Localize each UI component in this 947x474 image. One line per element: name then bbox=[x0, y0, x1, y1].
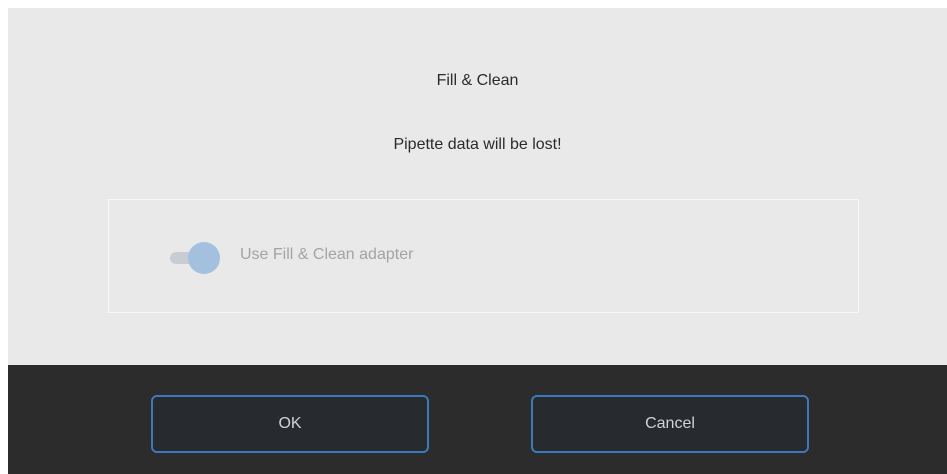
dialog-footer: OK Cancel bbox=[8, 365, 947, 474]
toggle-knob bbox=[188, 242, 220, 274]
adapter-toggle[interactable] bbox=[170, 240, 220, 274]
warning-message: Pipette data will be lost! bbox=[393, 136, 562, 153]
dialog-content: Fill & Clean Pipette data will be lost! … bbox=[8, 8, 947, 365]
adapter-option-label: Use Fill & Clean adapter bbox=[240, 246, 414, 263]
ok-button[interactable]: OK bbox=[151, 395, 429, 453]
fill-clean-dialog: Fill & Clean Pipette data will be lost! … bbox=[8, 8, 947, 474]
adapter-option-panel: Use Fill & Clean adapter bbox=[108, 199, 859, 313]
cancel-button[interactable]: Cancel bbox=[531, 395, 809, 453]
dialog-title: Fill & Clean bbox=[436, 72, 519, 89]
